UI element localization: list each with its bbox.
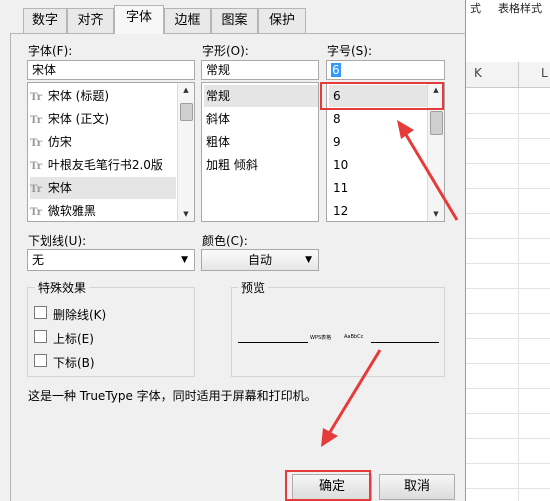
annotation-arrow-size [403,132,459,221]
annotation-arrow-ok [328,349,382,433]
tab-font[interactable]: 字体 [114,5,164,34]
annotation-arrows [321,120,459,447]
